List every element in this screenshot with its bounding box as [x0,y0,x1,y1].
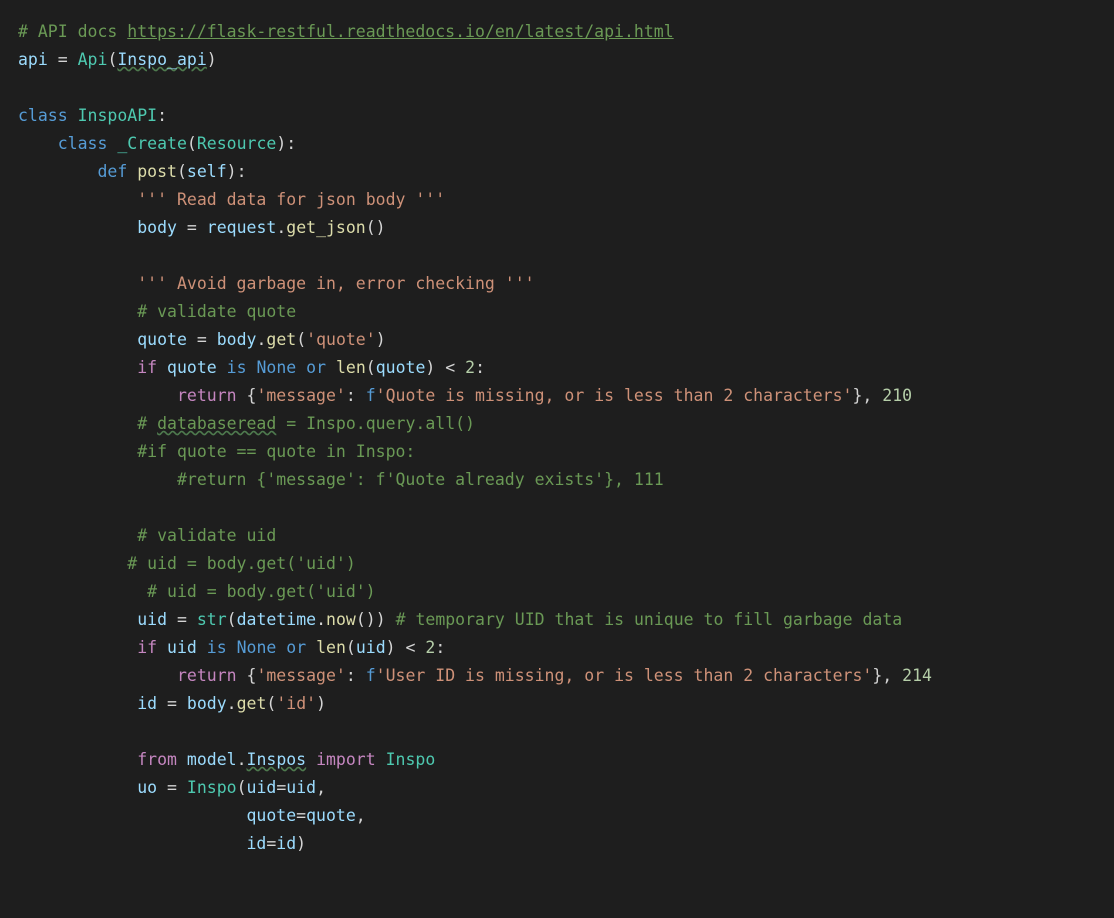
self-param: self [187,162,227,181]
code-line[interactable]: #if quote == quote in Inspo: [0,438,1114,466]
code-line[interactable]: api = Api(Inspo_api) [0,46,1114,74]
code-line[interactable]: ''' Avoid garbage in, error checking ''' [0,270,1114,298]
class-ref: Api [78,50,108,69]
comment: # uid = body.get('uid') [147,582,375,601]
code-line[interactable]: # databaseread = Inspo.query.all() [0,410,1114,438]
code-line[interactable]: quote = body.get('quote') [0,326,1114,354]
method: get_json [286,218,365,237]
code-line[interactable]: # API docs https://flask-restful.readthe… [0,18,1114,46]
comment: #if quote == quote in Inspo: [137,442,415,461]
none-literal: None [256,358,296,377]
comment: # databaseread = Inspo.query.all() [137,414,475,433]
comment: # API docs https://flask-restful.readthe… [18,22,674,41]
keyword: from [137,750,177,769]
blank-line[interactable] [0,718,1114,746]
comment: # validate quote [137,302,296,321]
keyword: class [58,134,108,153]
method: now [326,610,356,629]
keyword: def [97,162,127,181]
blank-line[interactable] [0,494,1114,522]
keyword: return [177,666,237,685]
keyword: if [137,358,157,377]
variable: body [137,218,177,237]
code-line[interactable]: ''' Read data for json body ''' [0,186,1114,214]
method: get [266,330,296,349]
code-editor[interactable]: # API docs https://flask-restful.readthe… [0,18,1114,858]
code-line[interactable]: class InspoAPI: [0,102,1114,130]
variable: api [18,50,48,69]
code-line[interactable]: id = body.get('id') [0,690,1114,718]
url-link[interactable]: https://flask-restful.readthedocs.io/en/… [127,22,673,41]
keyword: if [137,638,157,657]
code-line[interactable]: # uid = body.get('uid') [0,578,1114,606]
code-line[interactable]: id=id) [0,830,1114,858]
keyword: import [316,750,376,769]
variable: uid [137,610,167,629]
code-line[interactable]: return {'message': f'Quote is missing, o… [0,382,1114,410]
code-line[interactable]: if uid is None or len(uid) < 2: [0,634,1114,662]
code-line[interactable]: return {'message': f'User ID is missing,… [0,662,1114,690]
code-line[interactable]: # validate uid [0,522,1114,550]
code-line[interactable]: # uid = body.get('uid') [0,550,1114,578]
variable: id [137,694,157,713]
status-code: 214 [902,666,932,685]
code-line[interactable]: #return {'message': f'Quote already exis… [0,466,1114,494]
object: request [207,218,277,237]
code-line[interactable]: class _Create(Resource): [0,130,1114,158]
code-line[interactable]: body = request.get_json() [0,214,1114,242]
docstring: ''' Avoid garbage in, error checking ''' [137,274,534,293]
class-name: InspoAPI [78,106,157,125]
comment: # validate uid [137,526,276,545]
builtin: str [197,610,227,629]
code-line[interactable]: def post(self): [0,158,1114,186]
status-code: 210 [882,386,912,405]
comment: # uid = body.get('uid') [127,554,355,573]
code-line[interactable]: # validate quote [0,298,1114,326]
variable: uo [137,778,157,797]
base-class: Resource [197,134,276,153]
docstring: ''' Read data for json body ''' [137,190,445,209]
code-line[interactable]: from model.Inspos import Inspo [0,746,1114,774]
blank-line[interactable] [0,74,1114,102]
variable: quote [137,330,187,349]
arg: Inspo_api [117,50,206,69]
code-line[interactable]: uid = str(datetime.now()) # temporary UI… [0,606,1114,634]
code-line[interactable]: quote=quote, [0,802,1114,830]
keyword: class [18,106,68,125]
function-name: post [137,162,177,181]
blank-line[interactable] [0,242,1114,270]
builtin: len [336,358,366,377]
class-name: _Create [117,134,187,153]
comment: #return {'message': f'Quote already exis… [177,470,664,489]
comment: # temporary UID that is unique to fill g… [396,610,903,629]
keyword: return [177,386,237,405]
code-line[interactable]: uo = Inspo(uid=uid, [0,774,1114,802]
code-line[interactable]: if quote is None or len(quote) < 2: [0,354,1114,382]
